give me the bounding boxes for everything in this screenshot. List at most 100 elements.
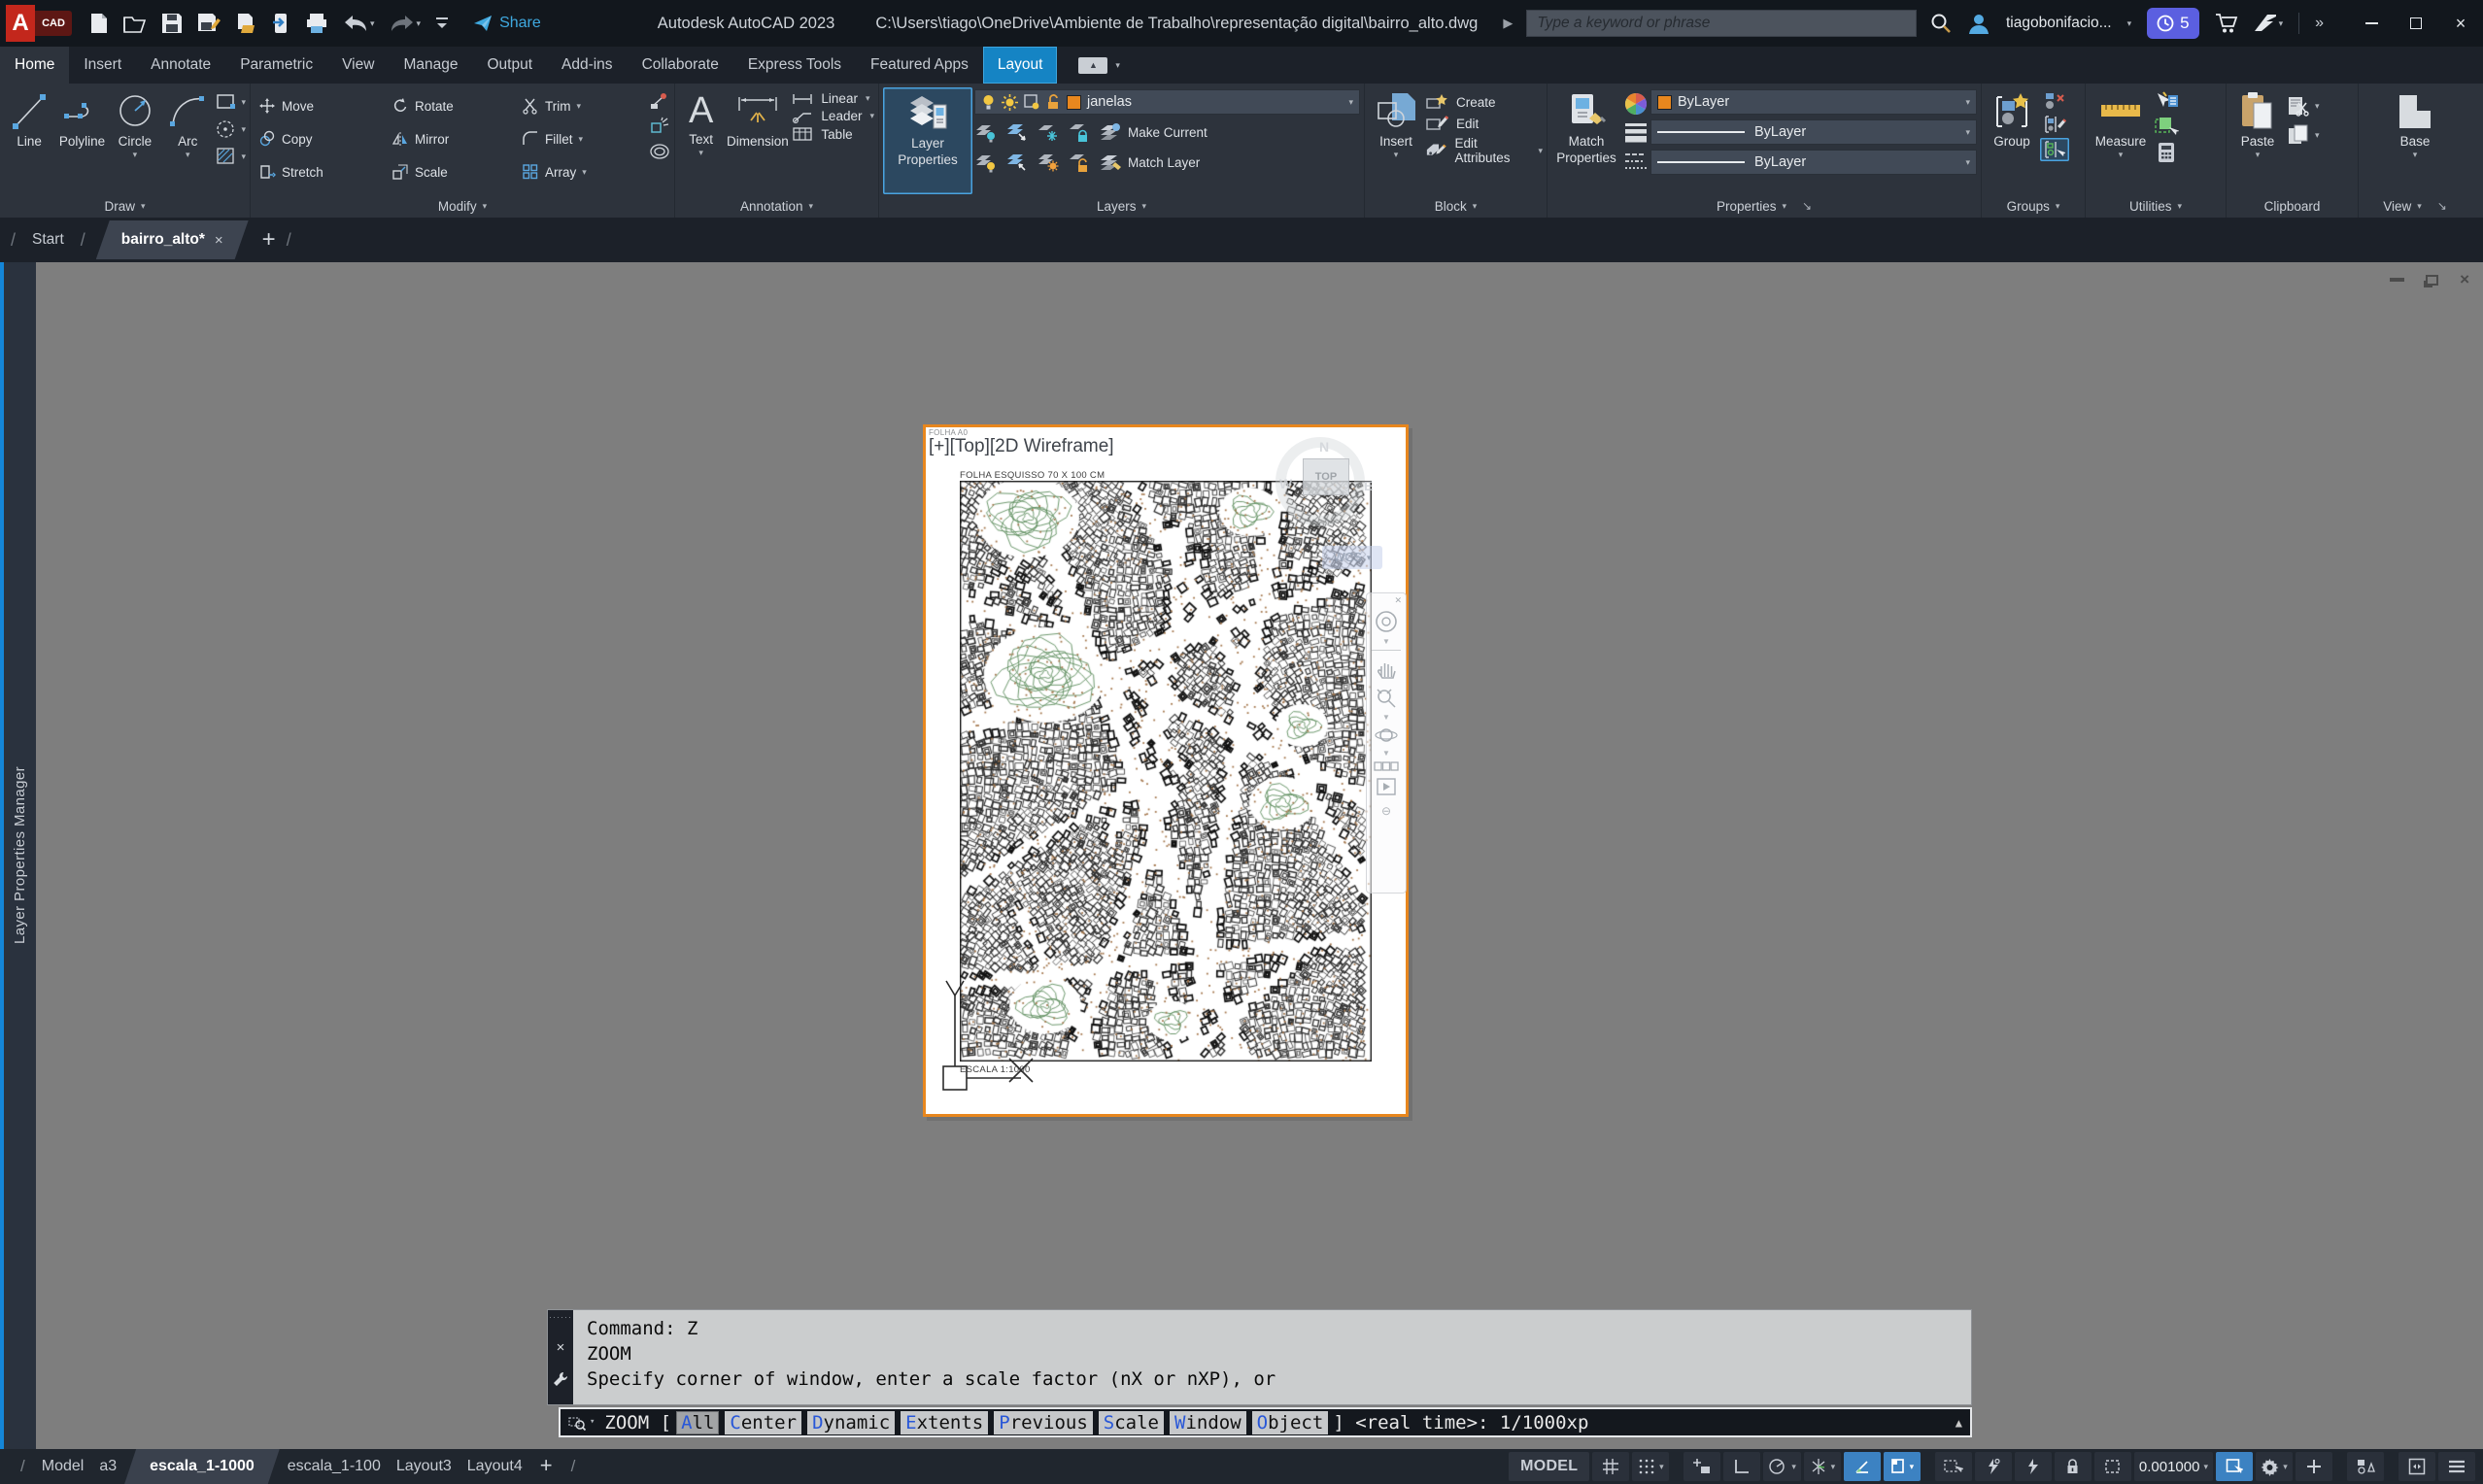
open-file-button[interactable]: [123, 14, 147, 33]
ribbon-tab[interactable]: View: [327, 47, 389, 84]
search-expand-icon[interactable]: ▶: [1503, 16, 1513, 31]
dimension-button[interactable]: Dimension: [725, 87, 790, 194]
array-button[interactable]: Array▾: [518, 155, 647, 188]
rectangle-tool-button[interactable]: ▾: [215, 91, 246, 113]
layer-dropdown-icon[interactable]: ▾: [1348, 98, 1353, 107]
maximize-button[interactable]: [2394, 0, 2438, 47]
doc-close-icon[interactable]: ×: [2460, 270, 2469, 289]
save-button[interactable]: [161, 13, 183, 34]
layout-tab[interactable]: Layout4: [459, 1449, 530, 1484]
explode-button[interactable]: [649, 117, 670, 136]
view-panel-launcher[interactable]: ↘: [2437, 199, 2447, 213]
create-block-button[interactable]: Create: [1425, 93, 1543, 111]
pan-hand-icon[interactable]: [1375, 658, 1398, 681]
copy-button[interactable]: Copy: [255, 122, 384, 155]
cut-button[interactable]: ▾: [2287, 95, 2320, 117]
command-option[interactable]: Extents: [901, 1411, 988, 1434]
polyline-button[interactable]: Polyline: [56, 87, 107, 194]
ribbon-collapse-button[interactable]: ▲: [1078, 57, 1107, 74]
copy-clip-button[interactable]: ▾: [2287, 124, 2320, 146]
select-similar-button[interactable]: [2154, 116, 2179, 137]
leader-button[interactable]: Leader▾: [792, 109, 874, 123]
command-zoom-icon[interactable]: ▾: [568, 1414, 595, 1432]
customization-menu-button[interactable]: [2438, 1452, 2475, 1481]
panel-label-clipboard[interactable]: Clipboard: [2227, 194, 2358, 218]
line-button[interactable]: Line: [4, 87, 54, 194]
command-drag-grip[interactable]: ······: [549, 1312, 572, 1322]
ribbon-tab[interactable]: Layout: [983, 47, 1058, 84]
linear-dimension-button[interactable]: Linear▾: [792, 91, 874, 106]
ribbon-tab[interactable]: Annotate: [136, 47, 225, 84]
viewcube-wcs-menu[interactable]: WCS▾: [1322, 546, 1382, 569]
ribbon-tab[interactable]: Insert: [69, 47, 136, 84]
linetype-dropdown[interactable]: ByLayer▾: [1650, 150, 1977, 175]
viewcube-west-label[interactable]: W: [1279, 476, 1292, 491]
workspace-dropdown[interactable]: ▾: [2283, 1463, 2288, 1471]
file-tab-close-icon[interactable]: ×: [215, 232, 223, 249]
save-as-button[interactable]: [197, 13, 221, 34]
scale-button[interactable]: Scale: [388, 155, 514, 188]
ribbon-tab[interactable]: Collaborate: [628, 47, 733, 84]
properties-panel-launcher[interactable]: ↘: [1802, 199, 1812, 213]
viewcube[interactable]: N W E TOP: [1266, 431, 1392, 559]
search-icon[interactable]: [1930, 13, 1952, 34]
offset-button[interactable]: [649, 142, 670, 161]
panel-label-layers[interactable]: Layers▾: [879, 194, 1364, 218]
hatch-tool-button[interactable]: ▾: [215, 146, 246, 167]
layer-unisolate-button[interactable]: [1005, 150, 1029, 175]
ribbon-tab[interactable]: Parametric: [225, 47, 327, 84]
search-input[interactable]: [1526, 10, 1917, 37]
save-to-web-button[interactable]: [271, 13, 290, 34]
layer-unlock-all-button[interactable]: [1068, 150, 1091, 175]
layer-lock-button[interactable]: [1068, 119, 1091, 145]
trim-dropdown[interactable]: ▾: [576, 102, 581, 111]
arc-dropdown[interactable]: ▾: [186, 151, 190, 159]
layout-tab[interactable]: escala_1-1000: [124, 1449, 280, 1484]
map-viewport[interactable]: [960, 481, 1372, 1062]
ortho-toggle[interactable]: [1723, 1452, 1760, 1481]
isodraft-toggle[interactable]: [1844, 1452, 1881, 1481]
navbar-minus-icon[interactable]: ⊖: [1381, 804, 1391, 818]
close-button[interactable]: ×: [2438, 0, 2483, 47]
new-layout-button[interactable]: +: [530, 1449, 562, 1484]
panel-label-view[interactable]: View▾↘: [2359, 194, 2471, 218]
ribbon-tab[interactable]: Featured Apps: [856, 47, 983, 84]
model-space-toggle[interactable]: MODEL: [1509, 1452, 1589, 1481]
plot-button[interactable]: [305, 13, 328, 34]
layer-thaw-all-button[interactable]: [1037, 150, 1060, 175]
command-option[interactable]: Center: [725, 1411, 801, 1434]
open-from-web-button[interactable]: [235, 13, 256, 34]
linear-dropdown[interactable]: ▾: [866, 94, 870, 103]
array-dropdown[interactable]: ▾: [582, 168, 587, 177]
layer-freeze-button[interactable]: [1037, 119, 1060, 145]
command-input-line[interactable]: ▾ ZOOM [ AllCenterDynamicExtentsPrevious…: [559, 1407, 1972, 1437]
table-button[interactable]: Table: [792, 126, 874, 142]
linetype-icon[interactable]: [1623, 150, 1649, 175]
command-option[interactable]: Window: [1170, 1411, 1246, 1434]
ribbon-tab[interactable]: Express Tools: [733, 47, 856, 84]
lock-ui-toggle[interactable]: [2055, 1452, 2092, 1481]
match-layer-button[interactable]: Match Layer: [1099, 152, 1200, 173]
object-color-icon[interactable]: [1623, 91, 1649, 117]
snap-toggle[interactable]: ▾: [1632, 1452, 1669, 1481]
command-option[interactable]: Previous: [994, 1411, 1093, 1434]
arc-button[interactable]: Arc ▾: [162, 87, 213, 194]
layout-tab[interactable]: a3: [91, 1449, 124, 1484]
copy-clip-dropdown[interactable]: ▾: [2315, 131, 2320, 140]
polar-tracking-toggle[interactable]: ▾: [1763, 1452, 1801, 1481]
layer-properties-button[interactable]: Layer Properties: [883, 87, 972, 194]
panel-label-groups[interactable]: Groups▾: [1982, 194, 2085, 218]
group-edit-button[interactable]: [2040, 115, 2069, 134]
new-file-button[interactable]: [89, 13, 109, 34]
layout-tab[interactable]: Model: [34, 1449, 92, 1484]
measure-button[interactable]: Measure ▾: [2090, 87, 2152, 194]
text-dropdown[interactable]: ▾: [698, 149, 703, 157]
ribbon-tab[interactable]: Manage: [389, 47, 472, 84]
make-current-button[interactable]: Make Current: [1099, 121, 1207, 143]
ellipse-tool-button[interactable]: ▾: [215, 118, 246, 140]
layer-off-button[interactable]: [974, 119, 998, 145]
panel-label-utilities[interactable]: Utilities▾: [2086, 194, 2226, 218]
drawing-area[interactable]: Layer Properties Manager × FOLHA A0 [+][…: [0, 262, 2483, 1449]
isolate-objects-toggle[interactable]: [2094, 1452, 2131, 1481]
signed-in-user[interactable]: tiagobonifacio...: [2006, 15, 2112, 32]
